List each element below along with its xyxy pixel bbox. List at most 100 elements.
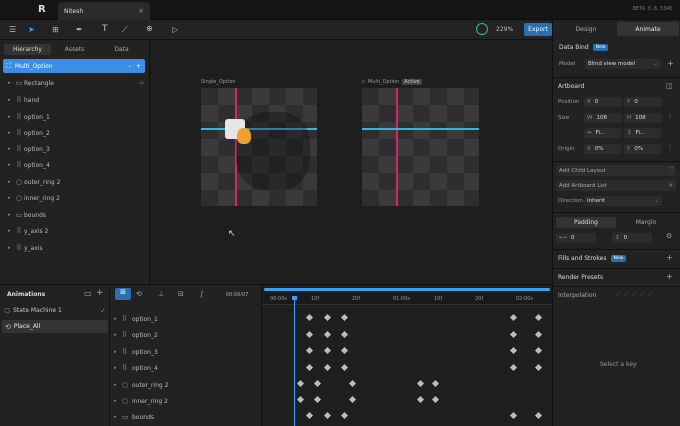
- hierarchy-item[interactable]: ▸ ⠿ hand: [8, 93, 144, 107]
- playhead-handle[interactable]: [292, 296, 297, 300]
- add-artboard-list-button[interactable]: Add Artboard List ✕: [556, 180, 676, 191]
- hierarchy-item[interactable]: ▸ ⠿ y_axis 2: [8, 224, 144, 238]
- link-icon[interactable]: ⋮: [667, 113, 673, 120]
- timeline-layer-label: inner_ring 2: [132, 397, 168, 405]
- artboard-multi-option[interactable]: [362, 88, 479, 206]
- folder-icon[interactable]: ▭: [84, 289, 92, 298]
- keyframe-mode-icon[interactable]: ⊞: [115, 288, 131, 300]
- padding-vertical-input[interactable]: ↕ 0: [612, 233, 652, 243]
- timeline-layer-row[interactable]: ▸ ▭ bounds: [114, 410, 154, 424]
- origin-options-icon[interactable]: ⋮: [667, 144, 673, 151]
- timeline-layer-row[interactable]: ▸ ○ inner_ring 2: [114, 394, 168, 408]
- play-icon[interactable]: ▷: [172, 25, 178, 34]
- artboard-title-multi[interactable]: ▷ Multi_Option Active: [362, 79, 422, 85]
- active-badge: Active: [402, 79, 422, 85]
- timeline-layer-row[interactable]: ▸ ⠿ option_2: [114, 328, 158, 342]
- grid-icon[interactable]: ⊟: [178, 290, 184, 298]
- playhead[interactable]: [294, 296, 295, 426]
- hierarchy-item[interactable]: ▸ ⠿ option_1: [8, 110, 144, 124]
- artboard-title-single[interactable]: Single_Option: [201, 79, 236, 85]
- state-machine-item[interactable]: ⎔ State Machine 1 ✓: [4, 304, 106, 317]
- work-area-bar[interactable]: [264, 288, 550, 291]
- origin-y-input[interactable]: Y 0%: [624, 144, 662, 154]
- hierarchy-item[interactable]: ▸ ○ outer_ring 2: [8, 175, 144, 189]
- add-artboard-list-label: Add Artboard List: [559, 182, 607, 189]
- play-icon: ▷: [362, 79, 366, 85]
- timeline-keys-area[interactable]: [262, 284, 552, 426]
- select-tool-icon[interactable]: ➤: [28, 25, 35, 34]
- add-icon[interactable]: ⊕: [146, 24, 153, 33]
- frame-tool-icon[interactable]: ⊞: [52, 25, 59, 34]
- hierarchy-item-selected[interactable]: ⛶ Multi_Option ⌄ +: [3, 59, 145, 73]
- add-fill-icon[interactable]: +: [666, 253, 673, 262]
- toolbar: ☰ ➤ ⊞ ✒ T ⟋ ⊕ ▷ 229% Export: [0, 20, 552, 40]
- timeline-layer-label: bounds: [132, 413, 155, 421]
- hierarchy-item[interactable]: ▸ ⠿ option_3: [8, 142, 144, 156]
- width-input[interactable]: W 108: [584, 113, 622, 123]
- zoom-level[interactable]: 229%: [496, 26, 513, 33]
- layout-icon[interactable]: ◫: [666, 82, 673, 90]
- add-child-layout-label: Add Child Layout: [559, 167, 606, 174]
- data-bind-heading: Data Bind: [559, 44, 589, 51]
- timeline-layer-row[interactable]: ▸ ⠿ option_3: [114, 345, 158, 359]
- padding-horizontal-input[interactable]: ⟷ 0: [556, 233, 596, 243]
- width-fit-select[interactable]: ↔ Fi...: [584, 128, 622, 138]
- hierarchy-item[interactable]: ▸ ▭ Rectangle ⌓: [8, 76, 144, 90]
- time-display[interactable]: 00:00/07: [226, 292, 248, 298]
- padding-vertical-value: 0: [623, 235, 628, 241]
- select-key-hint: Select a key: [600, 361, 637, 368]
- origin-x-input[interactable]: X 0%: [584, 144, 622, 154]
- animation-item-selected[interactable]: ⟲ Place_All: [2, 320, 108, 333]
- rive-logo-icon[interactable]: R: [38, 4, 46, 15]
- pos-y-input[interactable]: Y0: [624, 97, 662, 107]
- hierarchy-item[interactable]: ▸ ⠿ option_4: [8, 158, 144, 172]
- height-fit-select[interactable]: ↕ Fi...: [624, 128, 662, 138]
- timeline-layer-row[interactable]: ▸ ⠿ option_1: [114, 312, 158, 326]
- tab-assets[interactable]: Assets: [51, 44, 98, 55]
- add-animation-icon[interactable]: +: [96, 288, 104, 298]
- align-icon[interactable]: ⊥: [158, 290, 164, 298]
- hierarchy-item[interactable]: ▸ ○ inner_ring 2: [8, 191, 144, 205]
- design-mode-tab[interactable]: Design: [555, 22, 617, 36]
- pos-x-input[interactable]: X0: [584, 97, 622, 107]
- animate-mode-tab[interactable]: Animate: [617, 22, 679, 36]
- timeline-layer-row[interactable]: ▸ ⠿ option_4: [114, 361, 158, 375]
- direction-select[interactable]: Inherit ⌄: [584, 196, 662, 206]
- bone-tool-icon[interactable]: ⟋: [122, 25, 128, 35]
- ease-icon[interactable]: ⟲: [136, 290, 142, 298]
- tab-data[interactable]: Data: [98, 44, 145, 55]
- close-icon[interactable]: ×: [138, 7, 144, 15]
- hierarchy-item[interactable]: ▸ ▭ bounds: [8, 208, 144, 222]
- model-select[interactable]: Blind view model ⌄: [585, 59, 661, 69]
- hand-icon: [237, 128, 251, 144]
- rectangle-icon: ▭: [122, 413, 129, 421]
- group-icon: ⠿: [16, 129, 22, 137]
- mouse-cursor-icon: ↖: [228, 229, 236, 239]
- menu-icon[interactable]: ☰: [9, 25, 16, 34]
- pen-tool-icon[interactable]: ✒: [76, 25, 83, 34]
- settings-icon[interactable]: ⚙: [666, 232, 672, 240]
- hierarchy-item[interactable]: ▸ ⠿ option_2: [8, 126, 144, 140]
- file-tab[interactable]: Nitesh ×: [58, 2, 150, 20]
- timeline-layer-label: option_2: [132, 331, 158, 339]
- rectangle-icon: ▭: [15, 79, 23, 87]
- margin-tab[interactable]: Margin: [616, 217, 676, 228]
- check-icon: ✓: [100, 306, 106, 315]
- add-icon[interactable]: +: [136, 63, 141, 70]
- add-model-icon[interactable]: +: [667, 59, 674, 68]
- padding-tab[interactable]: Padding: [556, 217, 616, 228]
- file-tab-label: Nitesh: [64, 7, 84, 15]
- height-input[interactable]: H 108: [624, 113, 662, 123]
- add-child-layout-button[interactable]: Add Child Layout ⛶: [556, 165, 676, 176]
- export-button[interactable]: Export: [524, 23, 552, 36]
- timeline-layer-row[interactable]: ▸ ○ outer_ring 2: [114, 378, 168, 392]
- state-machine-label: State Machine 1: [13, 307, 62, 314]
- group-icon: ⠿: [16, 113, 22, 121]
- chevron-down-icon: ⌄: [653, 61, 658, 67]
- tab-hierarchy[interactable]: Hierarchy: [4, 44, 51, 55]
- hierarchy-item[interactable]: ▸ ⠿ y_axis: [8, 241, 144, 255]
- curve-icon[interactable]: ∫: [200, 290, 204, 298]
- add-preset-icon[interactable]: +: [666, 272, 673, 281]
- text-tool-icon[interactable]: T: [102, 24, 108, 34]
- ruler-tick: 10f: [434, 296, 443, 302]
